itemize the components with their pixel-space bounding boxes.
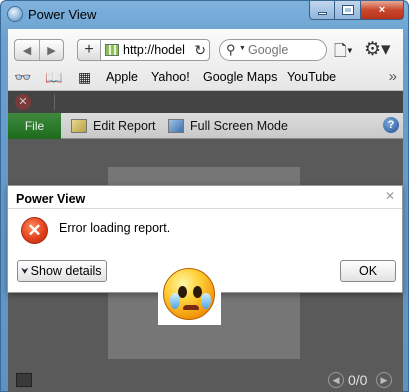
edit-report-button[interactable]: Edit Report xyxy=(71,117,156,135)
bookmark-google-maps[interactable]: Google Maps xyxy=(203,70,277,84)
file-tab[interactable]: File xyxy=(8,113,61,139)
search-box[interactable]: ⚲ ▼ xyxy=(219,39,327,61)
crying-emoji-image xyxy=(158,265,221,325)
maximize-icon xyxy=(341,5,354,15)
minimize-button[interactable] xyxy=(309,1,335,20)
bookmark-apple[interactable]: Apple xyxy=(106,70,138,84)
close-icon: × xyxy=(378,4,386,16)
reload-icon[interactable]: ↻ xyxy=(194,42,206,59)
gear-icon[interactable]: ⚙▾ xyxy=(364,38,394,60)
error-message: Error loading report. xyxy=(59,221,171,235)
chevron-down-icon[interactable]: ▼ xyxy=(239,45,246,52)
ok-button[interactable]: OK xyxy=(340,260,396,282)
dialog-title: Power View xyxy=(16,192,86,206)
title-bar[interactable]: Power View × xyxy=(1,1,408,29)
view-layout-icon[interactable] xyxy=(16,373,32,387)
chevron-down-icon: ⮟ xyxy=(21,265,29,276)
bookmarks-overflow-icon[interactable]: » xyxy=(389,68,397,85)
mouth xyxy=(183,305,199,310)
plus-icon: + xyxy=(84,41,94,58)
edit-report-icon xyxy=(71,119,87,133)
command-separator xyxy=(54,94,55,110)
reading-list-icon[interactable]: 👓 xyxy=(14,69,31,86)
show-details-button[interactable]: ⮟ Show details xyxy=(17,260,107,282)
bookmark-yahoo[interactable]: Yahoo! xyxy=(151,70,190,84)
show-details-label: Show details xyxy=(30,264,102,278)
browser-window: Power View × ◀ ▶ + http://hodel ↻ ⚲ ▼ Go… xyxy=(0,0,409,392)
command-row: ✕ xyxy=(8,91,403,113)
search-input[interactable] xyxy=(248,41,323,59)
full-screen-button[interactable]: Full Screen Mode xyxy=(168,117,288,135)
navigation-toolbar: ◀ ▶ + http://hodel ↻ ⚲ ▼ 🗋▾ ⚙▾ 👓 📖 ▦ App… xyxy=(8,29,403,91)
full-screen-icon xyxy=(168,119,184,133)
window-title: Power View xyxy=(28,7,97,22)
address-bar[interactable]: http://hodel ↻ xyxy=(100,39,210,61)
next-page-button[interactable]: ▶ xyxy=(376,372,392,388)
url-text[interactable]: http://hodel xyxy=(123,43,193,57)
caption-buttons: × xyxy=(309,1,404,20)
forward-arrow-icon: ▶ xyxy=(47,44,56,57)
search-icon[interactable]: ⚲ xyxy=(226,42,236,58)
bookmarks-bar: 👓 📖 ▦ Apple Yahoo! Google Maps YouTube » xyxy=(8,67,403,89)
crying-face-icon xyxy=(163,268,215,320)
minimize-icon xyxy=(317,11,327,15)
maximize-button[interactable] xyxy=(335,1,361,20)
forward-button[interactable]: ▶ xyxy=(39,40,63,60)
edit-report-label: Edit Report xyxy=(93,119,156,133)
error-icon: ✕ xyxy=(21,217,48,244)
dialog-divider xyxy=(8,208,402,209)
left-tear xyxy=(170,293,180,309)
full-screen-label: Full Screen Mode xyxy=(190,119,288,133)
top-sites-grid-icon[interactable]: ▦ xyxy=(78,69,91,86)
back-button[interactable]: ◀ xyxy=(15,40,39,60)
cancel-icon[interactable]: ✕ xyxy=(15,94,31,110)
bookmarks-book-icon[interactable]: 📖 xyxy=(45,69,62,86)
close-window-button[interactable]: × xyxy=(361,1,404,20)
ribbon-bar: File Edit Report Full Screen Mode ? xyxy=(8,113,403,139)
report-status-bar: ◀ 0/0 ▶ xyxy=(8,369,403,392)
bookmark-youtube[interactable]: YouTube xyxy=(287,70,336,84)
page-menu-icon[interactable]: 🗋▾ xyxy=(334,40,356,60)
site-favicon-icon xyxy=(105,44,119,56)
page-counter: 0/0 xyxy=(348,372,368,388)
browser-app-icon xyxy=(7,6,23,22)
add-bookmark-button[interactable]: + xyxy=(77,39,101,61)
dialog-close-icon[interactable]: ✕ xyxy=(385,189,395,203)
help-icon[interactable]: ? xyxy=(383,117,399,133)
previous-page-button[interactable]: ◀ xyxy=(328,372,344,388)
back-forward-group: ◀ ▶ xyxy=(14,39,64,61)
back-arrow-icon: ◀ xyxy=(22,44,32,57)
right-tear xyxy=(201,293,211,309)
